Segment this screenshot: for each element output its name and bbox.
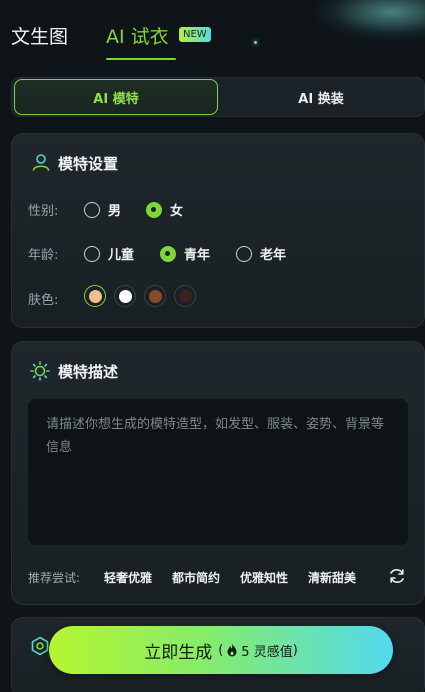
sun-icon xyxy=(30,361,50,381)
skin-swatch-color xyxy=(148,289,162,303)
gender-option-male[interactable]: 男 xyxy=(84,200,121,219)
tab-text-to-image[interactable]: 文生图 xyxy=(11,22,68,49)
skin-swatch[interactable] xyxy=(84,285,106,307)
gender-option-female[interactable]: 女 xyxy=(146,200,183,219)
radio-icon xyxy=(236,245,252,262)
suggestion-chip[interactable]: 轻奢优雅 xyxy=(104,569,152,586)
skin-swatch-color xyxy=(118,289,132,303)
skin-swatch[interactable] xyxy=(114,285,136,307)
gender-option-label: 男 xyxy=(108,204,122,219)
age-option-youth[interactable]: 青年 xyxy=(160,244,210,263)
model-settings-card: 模特设置 性别: 男 女 年龄: 儿童 青年 老年 肤色: xyxy=(11,133,425,328)
radio-checked-icon xyxy=(146,201,162,218)
skin-swatch-color xyxy=(88,289,102,303)
age-option-child[interactable]: 儿童 xyxy=(84,244,134,263)
active-tab-indicator xyxy=(106,58,176,60)
radio-icon xyxy=(84,245,100,262)
tab-ai-tryon[interactable]: AI 试衣 xyxy=(106,22,169,49)
skin-swatch[interactable] xyxy=(144,285,166,307)
cost-label: 5 灵感值 xyxy=(241,644,293,660)
age-option-label: 青年 xyxy=(184,248,211,263)
suggest-label: 推荐尝试: xyxy=(28,571,81,585)
skin-label: 肤色: xyxy=(28,293,59,308)
suggestion-chip[interactable]: 优雅知性 xyxy=(240,569,288,586)
refresh-icon[interactable] xyxy=(388,567,406,585)
header: 文生图 AI 试衣 NEW xyxy=(0,0,425,70)
generate-cost: ( 5 灵感值) xyxy=(218,642,298,660)
radio-icon xyxy=(84,201,100,218)
age-option-label: 儿童 xyxy=(108,248,135,263)
generate-label: 立即生成 xyxy=(144,642,213,663)
age-label: 年龄: xyxy=(28,248,59,263)
suggestion-chip[interactable]: 清新甜美 xyxy=(308,569,356,586)
new-badge: NEW xyxy=(179,27,211,42)
gender-label: 性别: xyxy=(28,204,59,219)
skin-swatch-color xyxy=(178,289,192,303)
hexagon-icon xyxy=(31,636,49,656)
description-textarea[interactable]: 请描述你想生成的模特造型，如发型、服装、姿势、背景等信息 xyxy=(28,399,408,545)
gender-option-label: 女 xyxy=(170,204,184,219)
radio-checked-icon xyxy=(160,245,176,262)
user-icon xyxy=(32,154,50,171)
model-description-card: 模特描述 请描述你想生成的模特造型，如发型、服装、姿势、背景等信息 推荐尝试: … xyxy=(11,341,425,605)
age-option-elder[interactable]: 老年 xyxy=(236,244,286,263)
ai-model-button[interactable]: AI 模特 xyxy=(14,79,218,115)
flame-icon xyxy=(227,643,237,657)
generate-button[interactable]: 立即生成 ( 5 灵感值) xyxy=(49,626,393,674)
suggestion-chip[interactable]: 都市简约 xyxy=(172,569,220,586)
age-option-label: 老年 xyxy=(260,248,287,263)
skin-swatch[interactable] xyxy=(174,285,196,307)
model-description-title: 模特描述 xyxy=(58,363,119,381)
ai-swap-button[interactable]: AI 换装 xyxy=(220,79,422,115)
model-settings-title: 模特设置 xyxy=(58,155,119,173)
mode-segmented-control: AI 模特 AI 换装 xyxy=(11,77,425,117)
